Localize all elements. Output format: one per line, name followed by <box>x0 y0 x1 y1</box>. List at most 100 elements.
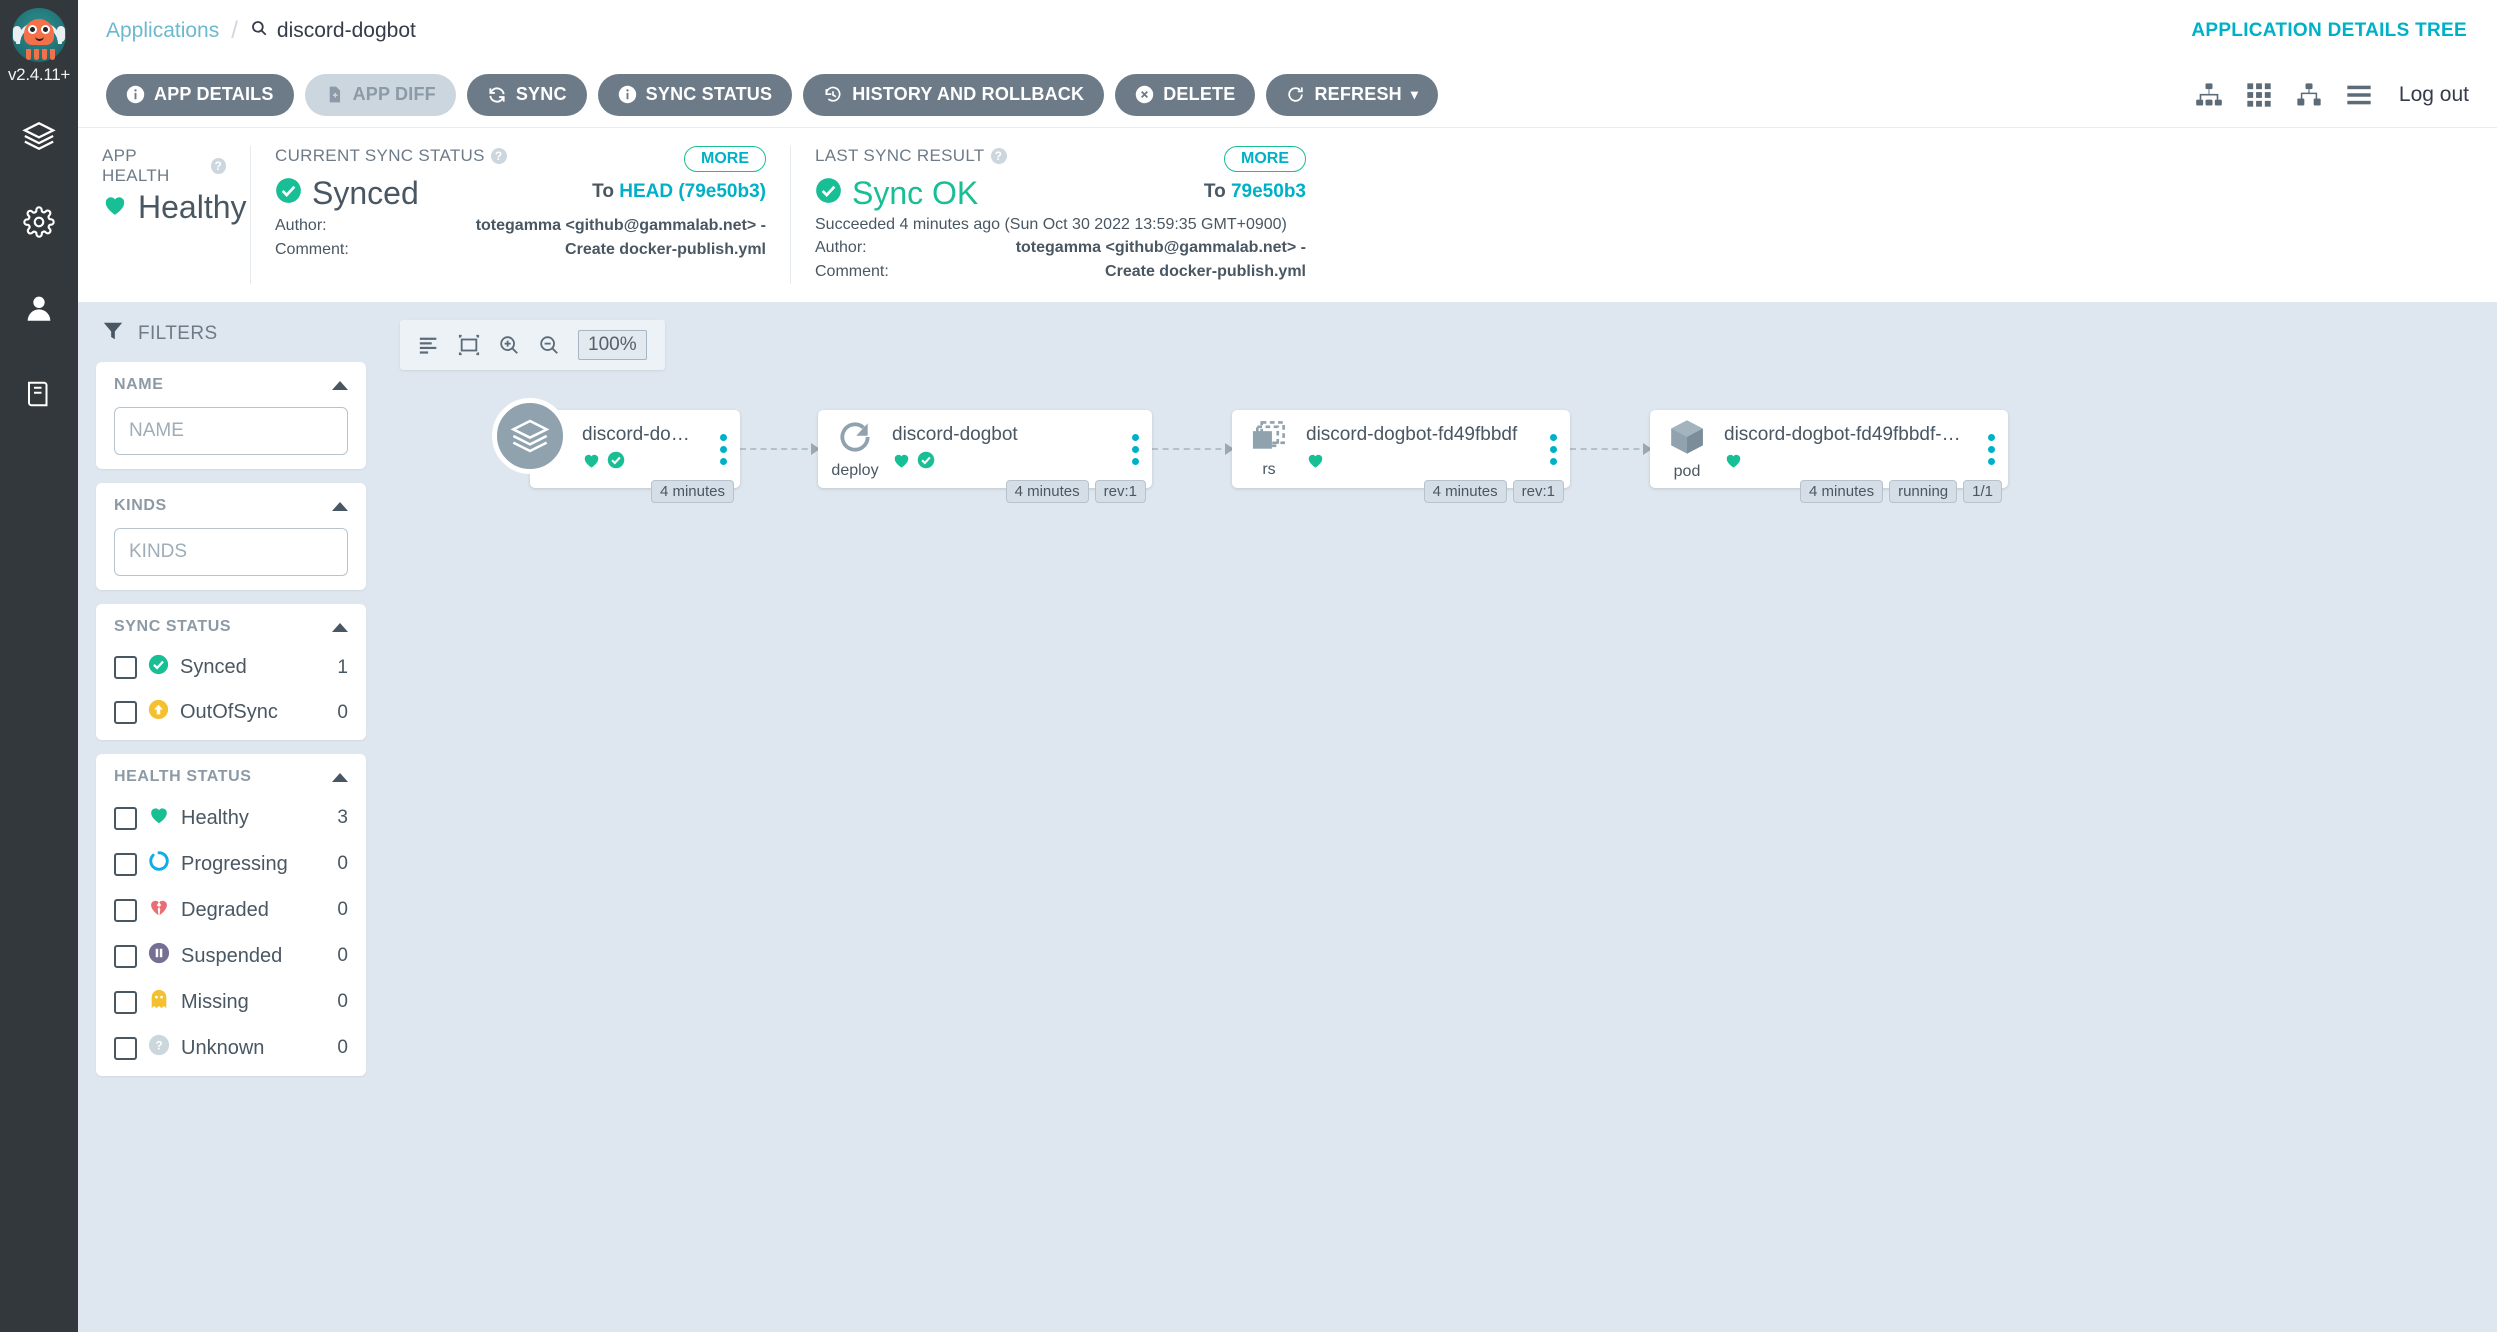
filter-row-missing[interactable]: Missing 0 <box>114 988 348 1016</box>
sidebar-item-documentation[interactable] <box>10 371 68 417</box>
layers-icon <box>22 119 56 153</box>
gear-icon <box>23 206 55 238</box>
application-details-tree-label[interactable]: APPLICATION DETAILS TREE <box>2191 20 2467 42</box>
delete-button-label: DELETE <box>1163 84 1236 104</box>
tag-age: 4 minutes <box>1005 480 1089 503</box>
pods-icon[interactable] <box>2295 81 2323 109</box>
zoom-out-icon[interactable] <box>538 334 560 356</box>
view-mode-switcher: Log out <box>2195 81 2469 109</box>
collapse-caret-icon[interactable] <box>332 380 348 390</box>
filter-row-synced[interactable]: Synced 1 <box>114 654 348 681</box>
current-sync-more-button[interactable]: MORE <box>684 146 766 172</box>
tree-node-deployment-menu-button[interactable] <box>1118 433 1152 465</box>
degraded-count: 0 <box>337 899 348 920</box>
tree-node-replicaset-kind: rs <box>1262 461 1276 478</box>
degraded-checkbox[interactable] <box>114 898 137 922</box>
collapse-caret-icon[interactable] <box>332 772 348 782</box>
outofsync-checkbox[interactable] <box>114 701 137 724</box>
collapse-caret-icon[interactable] <box>332 622 348 632</box>
last-sync-author-label: Author: <box>815 239 867 256</box>
sidebar-item-user-info[interactable] <box>10 285 68 331</box>
tag-revision: rev:1 <box>1094 480 1146 503</box>
sync-status-button[interactable]: SYNC STATUS <box>597 73 793 116</box>
current-sync-comment-value: Create docker-publish.yml <box>565 241 766 258</box>
help-icon[interactable]: ? <box>210 158 226 174</box>
book-icon <box>24 377 54 411</box>
version-label: v2.4.11+ <box>7 65 71 84</box>
progressing-checkbox[interactable] <box>114 852 137 876</box>
check-circle-icon <box>607 451 625 474</box>
logout-button[interactable]: Log out <box>2399 83 2469 107</box>
refresh-button[interactable]: REFRESH ▾ <box>1266 73 1439 116</box>
filter-row-outofsync[interactable]: OutOfSync 0 <box>114 699 348 726</box>
tag-age: 4 minutes <box>1423 480 1507 503</box>
question-circle-icon: ? <box>148 1034 170 1062</box>
zoom-in-icon[interactable] <box>498 334 520 356</box>
zoom-level-value[interactable]: 100% <box>578 330 647 360</box>
tree-node-replicaset[interactable]: rs discord-dogbot-fd49fbbdf 4 minutes re… <box>1232 410 1570 503</box>
sidebar-item-applications[interactable] <box>10 113 68 159</box>
filter-row-progressing[interactable]: Progressing 0 <box>114 850 348 878</box>
help-icon[interactable]: ? <box>990 148 1007 164</box>
grid-icon[interactable] <box>2245 81 2273 109</box>
last-sync-more-button[interactable]: MORE <box>1224 146 1306 172</box>
deployment-icon <box>836 418 874 461</box>
tree-node-pod-menu-button[interactable] <box>1974 433 2008 465</box>
missing-count: 0 <box>337 991 348 1012</box>
healthy-checkbox[interactable] <box>114 806 137 830</box>
filters-header: FILTERS <box>96 320 366 348</box>
collapse-caret-icon[interactable] <box>332 501 348 511</box>
tree-node-application[interactable]: discord-dogbot 4 minutes <box>492 398 740 503</box>
current-sync-revision-link[interactable]: HEAD (79e50b3) <box>619 181 766 202</box>
outofsync-count: 0 <box>337 701 348 723</box>
filter-row-suspended[interactable]: Suspended 0 <box>114 942 348 970</box>
app-health-title: APP HEALTH ? <box>102 146 226 186</box>
tree-node-application-menu-button[interactable] <box>706 433 740 465</box>
unknown-checkbox[interactable] <box>114 1036 137 1060</box>
filter-row-degraded[interactable]: Degraded 0 <box>114 896 348 924</box>
delete-button[interactable]: DELETE <box>1115 73 1256 116</box>
filter-group-name-header: NAME <box>114 376 348 394</box>
current-sync-revision: To HEAD (79e50b3) <box>592 181 766 203</box>
tree-node-deployment[interactable]: deploy discord-dogbot 4 minutes rev:1 <box>818 410 1152 503</box>
refresh-icon <box>1286 85 1305 104</box>
tree-node-replicaset-menu-button[interactable] <box>1536 433 1570 465</box>
tag-phase: running <box>1889 480 1958 503</box>
tree-node-pod-name: discord-dogbot-fd49fbbdf-srltt <box>1724 423 1968 445</box>
synced-checkbox[interactable] <box>114 656 137 679</box>
fit-screen-icon[interactable] <box>458 334 480 356</box>
last-sync-result-value-label: Sync OK <box>852 175 979 211</box>
align-left-icon[interactable] <box>418 334 440 356</box>
last-sync-revision-link[interactable]: 79e50b3 <box>1231 181 1306 202</box>
app-details-button[interactable]: APP DETAILS <box>106 73 294 116</box>
resource-tree-pane: 100% discord-dogbot 4 minutes deploy dis… <box>378 302 2497 1332</box>
tree-node-pod-kind: pod <box>1673 463 1701 480</box>
filter-row-unknown[interactable]: ? Unknown 0 <box>114 1034 348 1062</box>
kinds-filter-input[interactable] <box>114 528 348 576</box>
filter-row-healthy[interactable]: Healthy 3 <box>114 804 348 832</box>
last-sync-result-value: Sync OK <box>815 175 978 212</box>
network-tree-icon[interactable] <box>2195 81 2223 109</box>
filter-group-sync-status: SYNC STATUS Synced 1 OutOfSync 0 <box>96 604 366 740</box>
sidebar-item-settings[interactable] <box>10 199 68 245</box>
refresh-button-label: REFRESH <box>1314 84 1402 104</box>
pod-cube-icon <box>1667 417 1707 462</box>
sync-button[interactable]: SYNC <box>466 73 587 116</box>
current-sync-author-label: Author: <box>275 217 327 234</box>
suspended-checkbox[interactable] <box>114 944 137 968</box>
help-icon[interactable]: ? <box>490 148 507 164</box>
current-sync-status-title: CURRENT SYNC STATUS ? <box>275 146 507 166</box>
missing-checkbox[interactable] <box>114 990 137 1014</box>
list-icon[interactable] <box>2345 81 2373 109</box>
logo-block[interactable]: v2.4.11+ <box>0 0 78 85</box>
outofsync-label: OutOfSync <box>180 701 278 723</box>
tree-node-application-tags: 4 minutes <box>650 480 734 503</box>
app-diff-button[interactable]: APP DIFF <box>304 73 456 116</box>
name-filter-input[interactable] <box>114 407 348 455</box>
breadcrumb-applications[interactable]: Applications <box>106 19 219 43</box>
history-and-rollback-button[interactable]: HISTORY AND ROLLBACK <box>803 73 1105 116</box>
file-diff-icon <box>325 85 344 104</box>
tree-node-pod[interactable]: pod discord-dogbot-fd49fbbdf-srltt 4 min… <box>1650 410 2008 503</box>
heart-icon <box>1724 451 1743 475</box>
synced-label: Synced <box>180 656 247 678</box>
